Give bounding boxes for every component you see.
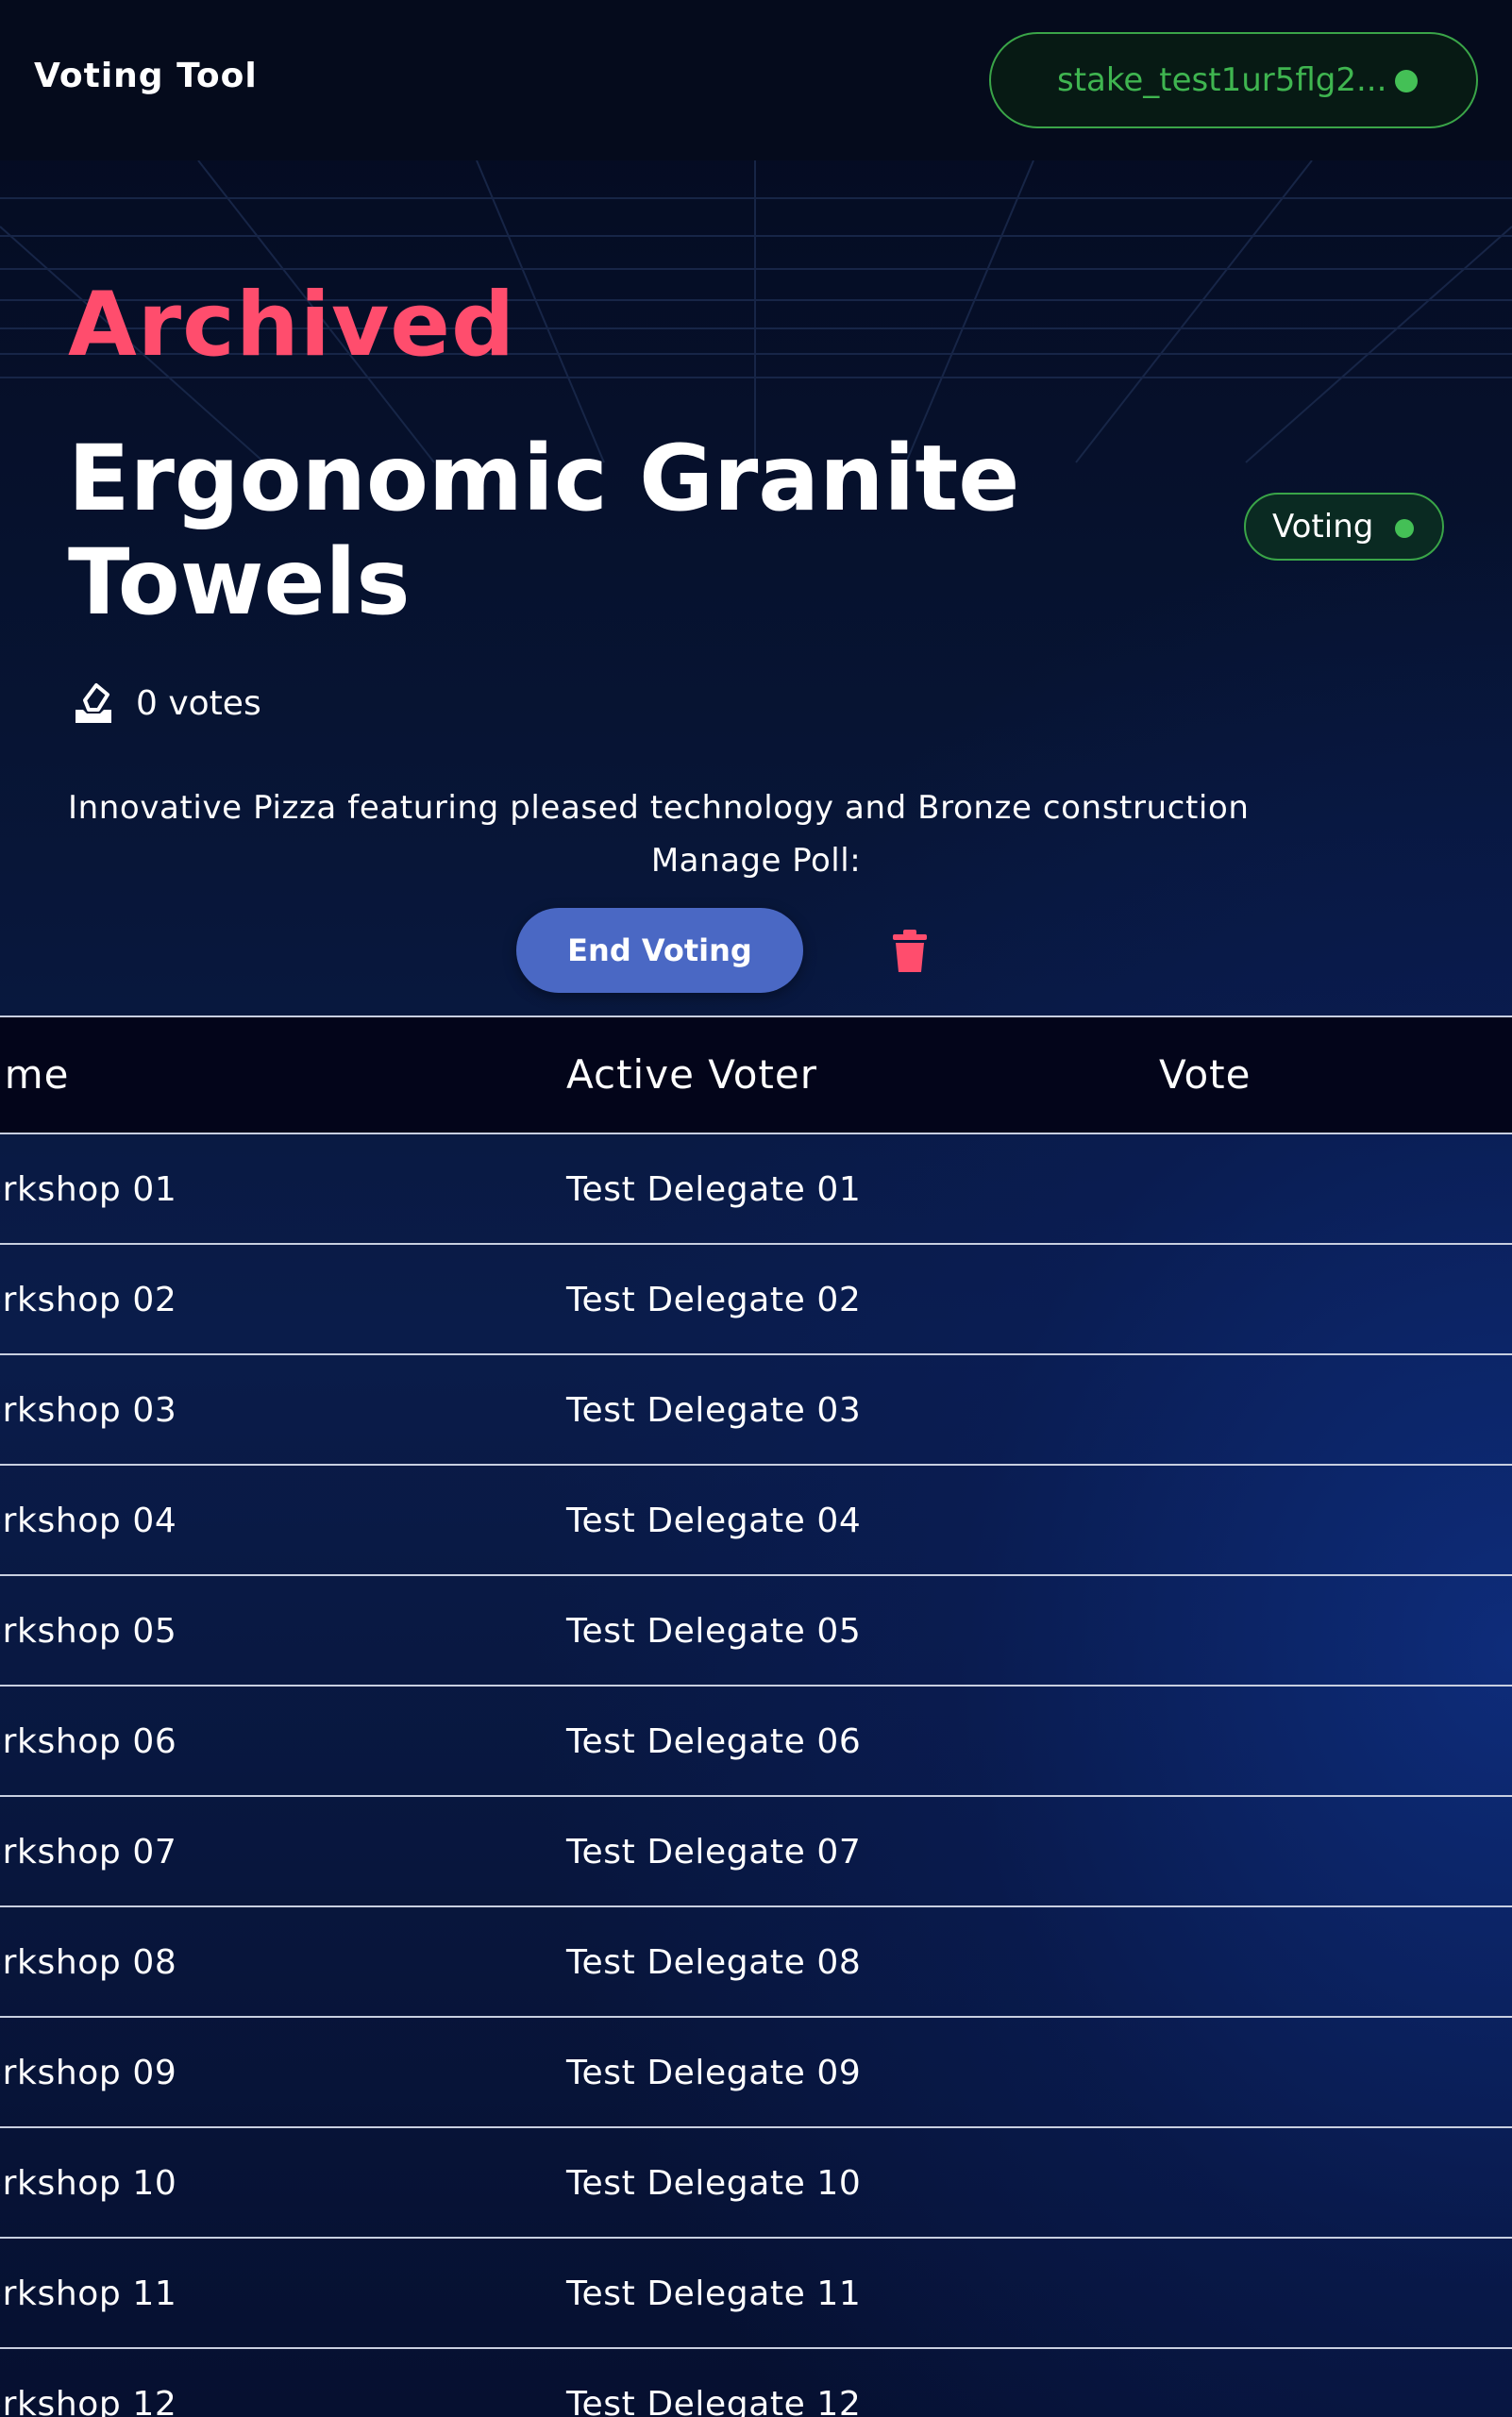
column-header-vote[interactable]: Vote xyxy=(1159,1051,1251,1098)
manage-poll-label: Manage Poll: xyxy=(650,842,862,880)
table-row[interactable]: orkshop 10 Test Delegate 10 xyxy=(0,2128,1512,2239)
cell-name: orkshop 09 xyxy=(0,2054,177,2092)
cell-active-voter: Test Delegate 02 xyxy=(566,1281,862,1319)
table-row[interactable]: orkshop 11 Test Delegate 11 xyxy=(0,2239,1512,2349)
table-row[interactable]: orkshop 06 Test Delegate 06 xyxy=(0,1687,1512,1797)
voting-badge-dot xyxy=(1395,519,1414,538)
votes-count-row: 0 votes xyxy=(72,681,261,725)
cell-name: orkshop 01 xyxy=(0,1170,177,1209)
voters-table: ame Active Voter Vote orkshop 01 Test Del… xyxy=(0,1015,1512,2417)
cell-name: orkshop 05 xyxy=(0,1612,177,1651)
wallet-button[interactable]: stake_test1ur5flg2... xyxy=(989,32,1478,128)
table-row[interactable]: orkshop 09 Test Delegate 09 xyxy=(0,2018,1512,2128)
table-row[interactable]: orkshop 07 Test Delegate 07 xyxy=(0,1797,1512,1907)
wallet-address: stake_test1ur5flg2... xyxy=(1057,61,1387,99)
end-voting-button[interactable]: End Voting xyxy=(516,908,803,993)
cell-active-voter: Test Delegate 05 xyxy=(566,1612,862,1651)
table-row[interactable]: orkshop 01 Test Delegate 01 xyxy=(0,1134,1512,1245)
table-row[interactable]: orkshop 05 Test Delegate 05 xyxy=(0,1576,1512,1687)
poll-title: Ergonomic Granite Towels xyxy=(68,426,1020,635)
voting-status-badge: Voting xyxy=(1244,493,1444,561)
table-header: ame Active Voter Vote xyxy=(0,1015,1512,1134)
poll-description: Innovative Pizza featuring pleased techn… xyxy=(68,789,1250,827)
cell-name: orkshop 08 xyxy=(0,1943,177,1982)
cell-active-voter: Test Delegate 10 xyxy=(566,2164,862,2203)
cell-name: orkshop 12 xyxy=(0,2385,177,2417)
cell-name: orkshop 03 xyxy=(0,1391,177,1430)
voting-badge-label: Voting xyxy=(1272,508,1374,546)
cell-active-voter: Test Delegate 11 xyxy=(566,2274,862,2313)
cell-name: orkshop 04 xyxy=(0,1502,177,1540)
table-row[interactable]: orkshop 04 Test Delegate 04 xyxy=(0,1466,1512,1576)
cell-active-voter: Test Delegate 08 xyxy=(566,1943,862,1982)
table-body: orkshop 01 Test Delegate 01 orkshop 02 Test… xyxy=(0,1134,1512,2417)
cell-active-voter: Test Delegate 07 xyxy=(566,1833,862,1871)
cell-active-voter: Test Delegate 12 xyxy=(566,2385,862,2417)
cell-active-voter: Test Delegate 01 xyxy=(566,1170,862,1209)
votes-count: 0 votes xyxy=(136,683,261,723)
table-row[interactable]: orkshop 12 Test Delegate 12 xyxy=(0,2349,1512,2417)
table-row[interactable]: orkshop 02 Test Delegate 02 xyxy=(0,1245,1512,1355)
table-row[interactable]: orkshop 08 Test Delegate 08 xyxy=(0,1907,1512,2018)
trash-icon[interactable] xyxy=(889,929,931,974)
cell-active-voter: Test Delegate 06 xyxy=(566,1722,862,1761)
wallet-status-dot xyxy=(1395,70,1418,92)
column-header-active-voter[interactable]: Active Voter xyxy=(566,1051,817,1098)
cell-active-voter: Test Delegate 03 xyxy=(566,1391,862,1430)
cell-active-voter: Test Delegate 09 xyxy=(566,2054,862,2092)
cell-name: orkshop 06 xyxy=(0,1722,177,1761)
cell-name: orkshop 07 xyxy=(0,1833,177,1871)
cell-active-voter: Test Delegate 04 xyxy=(566,1502,862,1540)
top-bar: Voting Tool stake_test1ur5flg2... xyxy=(0,0,1512,160)
table-row[interactable]: orkshop 03 Test Delegate 03 xyxy=(0,1355,1512,1466)
cell-name: orkshop 02 xyxy=(0,1281,177,1319)
cell-name: orkshop 10 xyxy=(0,2164,177,2203)
app-title[interactable]: Voting Tool xyxy=(34,57,258,95)
ballot-box-icon xyxy=(76,683,111,723)
cell-name: orkshop 11 xyxy=(0,2274,177,2313)
page: Voting Tool stake_test1ur5flg2... Archiv… xyxy=(0,0,1512,2417)
column-header-name[interactable]: ame xyxy=(0,1051,70,1098)
poll-status-label: Archived xyxy=(68,274,516,377)
